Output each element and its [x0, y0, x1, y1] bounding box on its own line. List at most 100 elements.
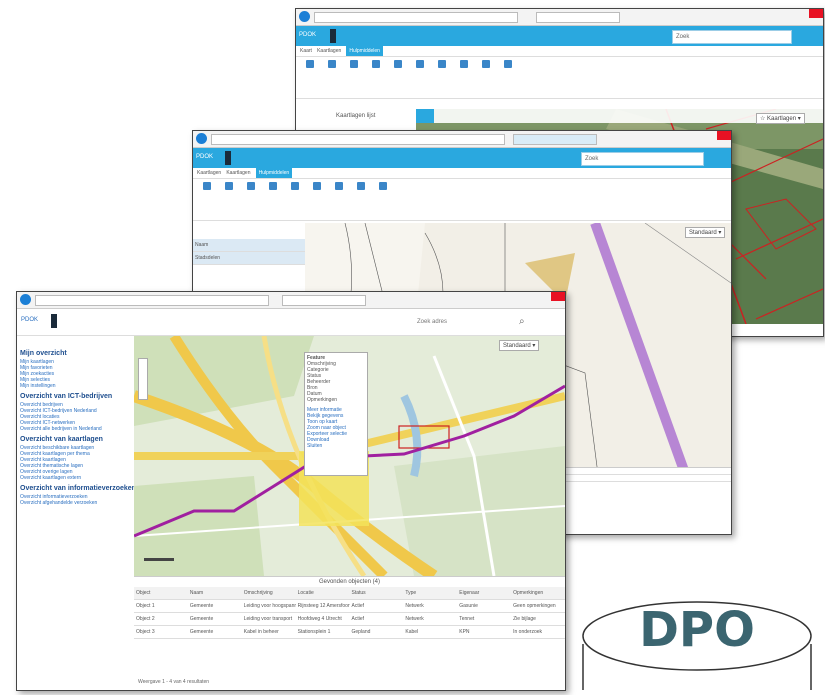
title-bar [193, 131, 731, 148]
sidebar-links-3: Overzicht beschikbare kaartlagen Overzich… [20, 445, 136, 481]
sidebar-link[interactable]: Overzicht kaartlagen extern [20, 475, 136, 481]
table-row[interactable]: Object 1 Gemeente Leiding voor hoogspannin… [134, 600, 565, 613]
ribbon: Kaart Kaartlagen Hulpmiddelen [296, 46, 823, 99]
brand-label: PDOK [299, 32, 317, 38]
results-title: Gevonden objecten (4) [318, 579, 381, 585]
panel-row-label: Naam [195, 242, 209, 248]
title-bar [17, 292, 565, 309]
search-icon[interactable]: ⌕ [519, 316, 525, 327]
back-arrow-icon[interactable] [20, 294, 31, 305]
popup-line: Opmerkingen [307, 397, 338, 403]
tool-icon[interactable] [368, 60, 384, 70]
filter-icon[interactable] [375, 182, 391, 192]
table-cell: Gasunie [459, 603, 478, 609]
tool-icon[interactable] [243, 182, 259, 192]
legend-button[interactable]: Kaartlagen lijst [336, 113, 375, 119]
tab-kaartlagen-2[interactable]: Kaartlagen [226, 168, 250, 178]
tool-icon[interactable] [346, 60, 362, 70]
table-row[interactable]: Object 3 Gemeente Kabel in beheer Stationsp… [134, 626, 565, 639]
ribbon-tabs: Kaart Kaartlagen Hulpmiddelen [296, 46, 823, 57]
table-cell: Actief [351, 603, 365, 609]
logo-icon [51, 314, 57, 328]
column-header: Locatie [297, 590, 314, 596]
ribbon-tools [193, 179, 731, 195]
dpo-logo-text: DPO [639, 602, 755, 658]
close-icon[interactable] [809, 9, 823, 18]
results-status: Weergave 1 - 4 van 4 resultaten [138, 679, 210, 685]
zoom-control[interactable] [138, 358, 148, 400]
street-map[interactable]: Standaard ▾ Feature Omschrijving Categori… [134, 336, 565, 576]
table-cell: Actief [351, 616, 365, 622]
tool-icon[interactable] [434, 60, 450, 70]
search-input[interactable]: Zoek [581, 152, 704, 166]
tool-icon[interactable] [199, 182, 215, 192]
column-header: Object [136, 590, 151, 596]
sidebar-section-title: Overzicht van informatieverzoeken [20, 485, 136, 492]
table-cell: In onderzoek [513, 629, 543, 635]
table-header-row: Object Naam Omschrijving Locatie Status Type E… [134, 587, 565, 600]
table-cell: Stationsplein 1 [297, 629, 331, 635]
back-arrow-icon[interactable] [299, 11, 310, 22]
table-cell: Netwerk [405, 603, 424, 609]
basemap-dropdown[interactable]: Standaard ▾ [685, 227, 726, 238]
tool-icon[interactable] [287, 182, 303, 192]
results-panel: Gevonden objecten (4) Object Naam Omschrij… [134, 576, 565, 687]
panel-row[interactable]: Stadsdelen [193, 252, 305, 265]
tab-kaartlagen[interactable]: Kaartlagen [317, 46, 341, 56]
logo-icon [330, 29, 336, 43]
sidebar-link[interactable]: Overzicht alle bedrijven in Nederland [20, 426, 136, 432]
table-cell: Tennet [459, 616, 475, 622]
logo-icon [225, 151, 231, 165]
address-bar[interactable] [314, 12, 518, 23]
address-bar[interactable] [35, 295, 269, 306]
popup-links: Meer informatie Bekijk gegevens Toon op ka… [307, 407, 365, 449]
sidebar: Mijn overzicht Mijn kaartlagen Mijn favor… [17, 336, 137, 686]
browser-tab[interactable] [536, 12, 620, 23]
basemap-dropdown[interactable]: Standaard ▾ [499, 340, 540, 351]
close-icon[interactable] [551, 292, 565, 301]
search-input[interactable]: Zoek adres [417, 319, 447, 325]
table-cell: Geen opmerkingen [513, 603, 556, 609]
sidebar-section-title: Overzicht van ICT-bedrijven [20, 393, 113, 400]
popup-link[interactable]: Sluiten [307, 443, 365, 449]
back-arrow-icon[interactable] [196, 133, 207, 144]
table-cell: Gemeente [189, 603, 214, 609]
popup-lines: Omschrijving Categorie Status Beheerder Bron… [307, 361, 365, 403]
panel-row[interactable]: Naam [193, 239, 305, 252]
close-icon[interactable] [717, 131, 731, 140]
tool-icon[interactable] [302, 60, 318, 70]
bookmark-dropdown[interactable]: ☆ Kaartlagen ▾ [756, 113, 805, 124]
table-cell: Object 2 [136, 616, 155, 622]
tool-icon[interactable] [309, 182, 325, 192]
tool-icon[interactable] [331, 182, 347, 192]
browser-tab[interactable] [513, 134, 597, 145]
table-cell: Kabel in beheer [243, 629, 279, 635]
tool-icon[interactable] [478, 60, 494, 70]
tool-icon[interactable] [324, 60, 340, 70]
tool-icon[interactable] [456, 60, 472, 70]
ribbon-tabs: Kaartlagen Kaartlagen Hulpmiddelen [193, 168, 731, 179]
brand-label: PDOK [21, 317, 39, 323]
tool-icon[interactable] [412, 60, 428, 70]
browser-tab[interactable] [282, 295, 366, 306]
sidebar-link[interactable]: Mijn instellingen [20, 383, 136, 389]
column-header: Naam [189, 590, 204, 596]
table-cell: Hoofdweg 4 Utrecht [297, 616, 342, 622]
address-bar[interactable] [211, 134, 505, 145]
tool-icon[interactable] [265, 182, 281, 192]
sidebar-links-4: Overzicht informatieverzoeken Overzicht a… [20, 494, 136, 506]
sidebar-link[interactable]: Overzicht afgehandelde verzoeken [20, 500, 136, 506]
tool-icon[interactable] [353, 182, 369, 192]
tab-hulpmiddelen[interactable]: Hulpmiddelen [255, 168, 293, 178]
brand-label: PDOK [196, 154, 214, 160]
tab-kaart[interactable]: Kaart [300, 46, 312, 56]
tab-kaartlagen[interactable]: Kaartlagen [197, 168, 221, 178]
filter-icon[interactable] [500, 60, 516, 70]
tab-hulpmiddelen[interactable]: Hulpmiddelen [346, 46, 383, 56]
search-input[interactable]: Zoek [672, 30, 792, 44]
table-row [563, 468, 731, 475]
table-cell: KPN [459, 629, 470, 635]
table-row[interactable]: Object 2 Gemeente Leiding voor transport Ho… [134, 613, 565, 626]
tool-icon[interactable] [390, 60, 406, 70]
tool-icon[interactable] [221, 182, 237, 192]
